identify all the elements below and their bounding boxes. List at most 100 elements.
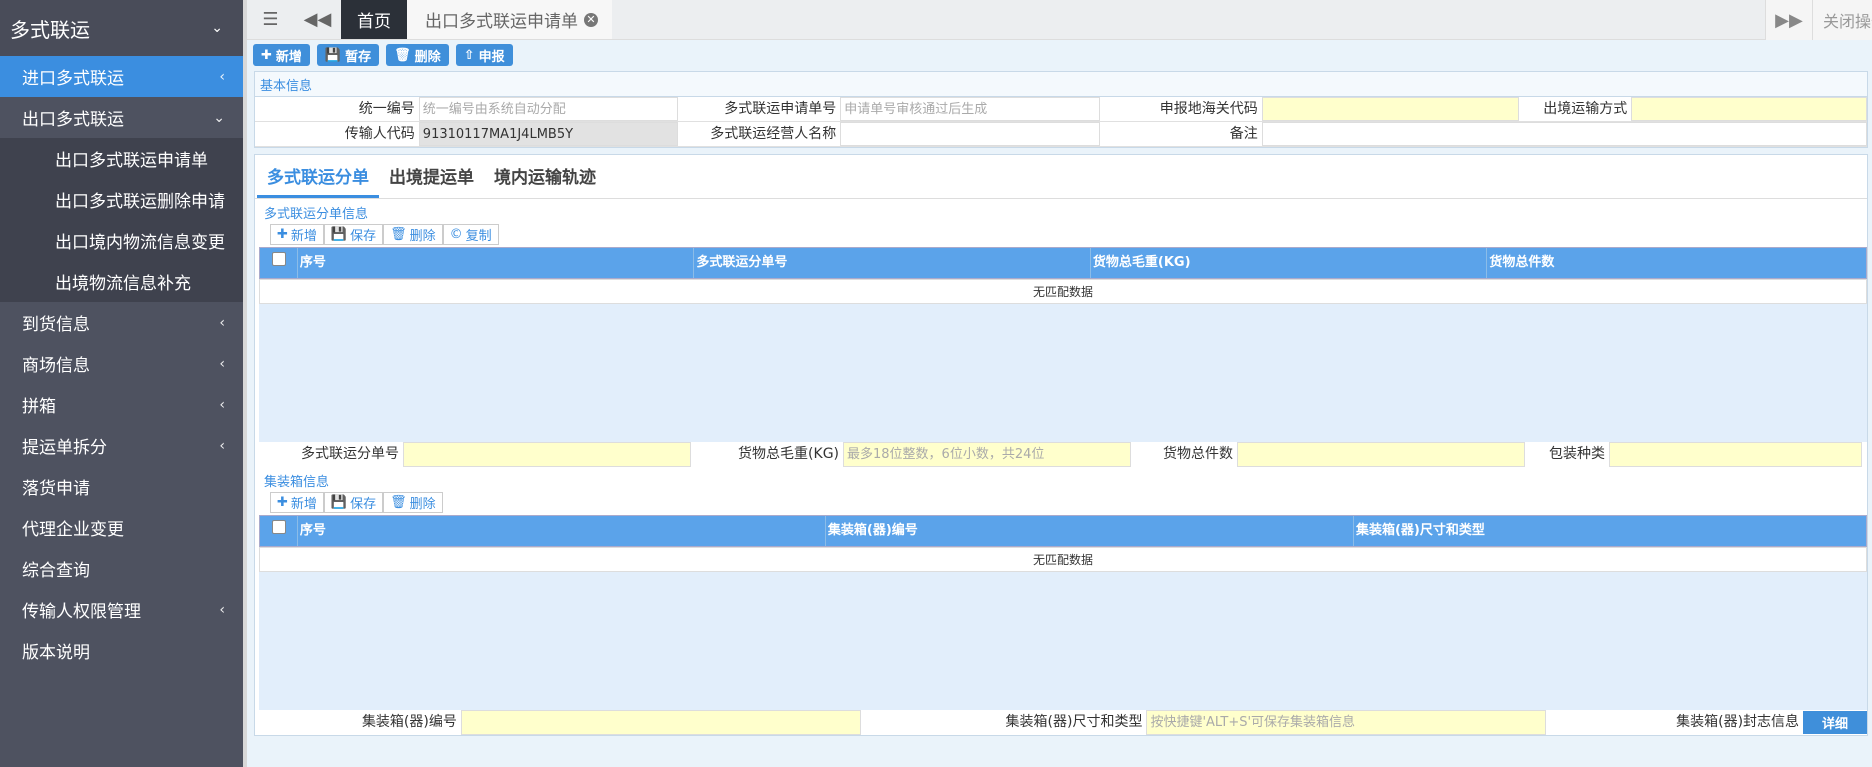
split-select-all[interactable] xyxy=(260,248,298,278)
container-no-label: 集装箱(器)编号 xyxy=(259,710,461,735)
sidebar-subitem-apply[interactable]: 出口多式联运申请单 xyxy=(0,138,243,179)
sidebar-subitem-label: 出口境内物流信息变更 xyxy=(55,233,225,253)
sidebar-item-arrival[interactable]: 到货信息 ‹ xyxy=(0,302,243,343)
split-copy-label: 复制 xyxy=(465,229,492,244)
col-split-no[interactable]: 多式联运分单号 xyxy=(694,248,1091,278)
sidebar: 多式联运 ⌄ 进口多式联运 ‹ 出口多式联运 ⌄ 出口多式联运申请单 出口多式联… xyxy=(0,0,243,767)
sidebar-subitem-logistics-change[interactable]: 出口境内物流信息变更 xyxy=(0,220,243,261)
sidebar-item-agent-change[interactable]: 代理企业变更 xyxy=(0,507,243,548)
remark-field[interactable] xyxy=(1261,122,1867,146)
sidebar-item-landing-apply[interactable]: 落货申请 xyxy=(0,466,243,507)
tab-bar: ☰ ◀◀ 首页 出口多式联运申请单 ✕ ▶▶ 关闭操作 xyxy=(247,0,1872,40)
sidebar-item-label: 版本说明 xyxy=(22,643,90,663)
operator-name-label: 多式联运经营人名称 xyxy=(678,122,841,146)
checkbox[interactable] xyxy=(272,252,287,266)
save-icon: 💾 xyxy=(330,495,348,510)
basic-info-panel: 基本信息 统一编号 统一编号由系统自动分配 多式联运申请单号 申请单号审核通过后… xyxy=(254,71,1868,148)
trash-icon: 🗑 xyxy=(390,495,407,510)
col-container-no[interactable]: 集装箱(器)编号 xyxy=(826,516,1354,546)
split-toolbar: ✚ 新增 💾 保存 🗑 删除 © 复制 xyxy=(255,222,1867,247)
container-save-button[interactable]: 💾 保存 xyxy=(323,492,384,513)
menu-toggle-icon[interactable]: ☰ xyxy=(247,0,294,39)
split-new-label: 新增 xyxy=(290,229,317,244)
total-pieces-field[interactable] xyxy=(1237,442,1525,467)
sidebar-item-import[interactable]: 进口多式联运 ‹ xyxy=(0,56,243,97)
col-index[interactable]: 序号 xyxy=(298,248,695,278)
sidebar-header[interactable]: 多式联运 ⌄ xyxy=(0,0,243,56)
apply-no-label: 多式联运申请单号 xyxy=(678,97,841,121)
sidebar-item-query[interactable]: 综合查询 xyxy=(0,548,243,589)
new-button[interactable]: ✚ 新增 xyxy=(253,44,310,66)
trash-icon: 🗑 xyxy=(390,227,407,242)
split-save-label: 保存 xyxy=(350,229,377,244)
container-new-button[interactable]: ✚ 新增 xyxy=(270,492,324,513)
sidebar-item-label: 提运单拆分 xyxy=(22,438,107,458)
sidebar-subitem-label: 出口多式联运申请单 xyxy=(55,151,208,171)
close-icon[interactable]: ✕ xyxy=(584,12,598,27)
unified-no-label: 统一编号 xyxy=(255,97,419,121)
double-chevron-left-icon[interactable]: ◀◀ xyxy=(294,0,341,39)
customs-code-label: 申报地海关代码 xyxy=(1099,97,1262,121)
operator-name-field[interactable] xyxy=(840,122,1100,146)
declare-button[interactable]: ⇧ 申报 xyxy=(455,44,513,66)
col-pieces[interactable]: 货物总件数 xyxy=(1487,248,1866,278)
sidebar-item-bill-split[interactable]: 提运单拆分 ‹ xyxy=(0,425,243,466)
sidebar-item-export[interactable]: 出口多式联运 ⌄ xyxy=(0,97,243,138)
plus-icon: ✚ xyxy=(277,495,288,510)
sidebar-item-permissions[interactable]: 传输人权限管理 ‹ xyxy=(0,589,243,630)
tab-export-apply[interactable]: 出口多式联运申请单 ✕ xyxy=(407,0,612,39)
sidebar-item-consolidation[interactable]: 拼箱 ‹ xyxy=(0,384,243,425)
content-area: ✚ 新增 💾 暂存 🗑 删除 ⇧ 申报 基本信息 统一编号 统一编号由系统自动分配 多式… xyxy=(247,40,1872,767)
save-draft-button[interactable]: 💾 暂存 xyxy=(316,44,380,66)
split-new-button[interactable]: ✚ 新增 xyxy=(270,224,324,245)
container-select-all[interactable] xyxy=(260,516,298,546)
tab-split-bill[interactable]: 多式联运分单 xyxy=(257,163,379,198)
customs-code-field[interactable] xyxy=(1261,97,1520,121)
chevron-down-icon: ⌄ xyxy=(211,20,223,36)
sidebar-subitem-delete-apply[interactable]: 出口多式联运删除申请 xyxy=(0,179,243,220)
detail-button[interactable]: 详细 xyxy=(1803,711,1867,734)
declare-label: 申报 xyxy=(478,49,505,65)
delete-label: 删除 xyxy=(414,49,441,65)
double-chevron-right-icon[interactable]: ▶▶ xyxy=(1765,0,1812,40)
basic-info-title: 基本信息 xyxy=(255,72,1867,97)
tab-export-bill[interactable]: 出境提运单 xyxy=(379,163,484,198)
transport-mode-label: 出境运输方式 xyxy=(1519,97,1632,121)
split-save-button[interactable]: 💾 保存 xyxy=(323,224,384,245)
sidebar-item-version[interactable]: 版本说明 xyxy=(0,630,243,671)
main-area: ☰ ◀◀ 首页 出口多式联运申请单 ✕ ▶▶ 关闭操作 ✚新增 💾暂存 🗑删除 … xyxy=(243,0,1872,767)
size-type-field[interactable]: 按快捷键'ALT+S'可保存集装箱信息 xyxy=(1146,710,1547,735)
split-delete-button[interactable]: 🗑 删除 xyxy=(383,224,443,245)
container-form-row: 集装箱(器)编号 集装箱(器)尺寸和类型 按快捷键'ALT+S'可保存集装箱信息… xyxy=(259,710,1867,735)
checkbox[interactable] xyxy=(272,520,287,534)
chevron-left-icon: ‹ xyxy=(219,68,225,85)
copy-icon: © xyxy=(449,227,463,242)
apply-no-field[interactable]: 申请单号审核通过后生成 xyxy=(840,97,1100,121)
close-ops-button[interactable]: 关闭操作 xyxy=(1812,0,1872,40)
total-pieces-label: 货物总件数 xyxy=(1131,442,1237,467)
gross-weight-field[interactable]: 最多18位整数，6位小数，共24位 xyxy=(843,442,1131,467)
chevron-left-icon: ‹ xyxy=(219,601,225,618)
container-delete-button[interactable]: 🗑 删除 xyxy=(383,492,443,513)
sidebar-item-mall[interactable]: 商场信息 ‹ xyxy=(0,343,243,384)
col-size-type[interactable]: 集装箱(器)尺寸和类型 xyxy=(1354,516,1866,546)
container-section-title: 集装箱信息 xyxy=(255,467,1867,490)
container-save-label: 保存 xyxy=(350,497,377,512)
package-type-field[interactable] xyxy=(1609,442,1862,467)
chevron-left-icon: ‹ xyxy=(219,437,225,454)
split-no-field[interactable] xyxy=(403,442,691,467)
sidebar-subitem-logistics-supplement[interactable]: 出境物流信息补充 xyxy=(0,261,243,302)
col-gross-weight[interactable]: 货物总毛重(KG) xyxy=(1091,248,1488,278)
tab-domestic-track[interactable]: 境内运输轨迹 xyxy=(484,163,606,198)
plus-icon: ✚ xyxy=(277,227,288,242)
tab-home[interactable]: 首页 xyxy=(341,0,407,39)
transport-mode-field[interactable] xyxy=(1631,97,1867,121)
split-copy-button[interactable]: © 复制 xyxy=(442,224,499,245)
unified-no-field[interactable]: 统一编号由系统自动分配 xyxy=(418,97,679,121)
delete-button[interactable]: 🗑 删除 xyxy=(386,44,449,66)
col-index[interactable]: 序号 xyxy=(298,516,826,546)
chevron-left-icon: ‹ xyxy=(219,355,225,372)
sidebar-subitem-label: 出口多式联运删除申请 xyxy=(55,192,225,212)
sidebar-item-label: 到货信息 xyxy=(22,315,90,335)
container-no-field[interactable] xyxy=(460,710,861,735)
